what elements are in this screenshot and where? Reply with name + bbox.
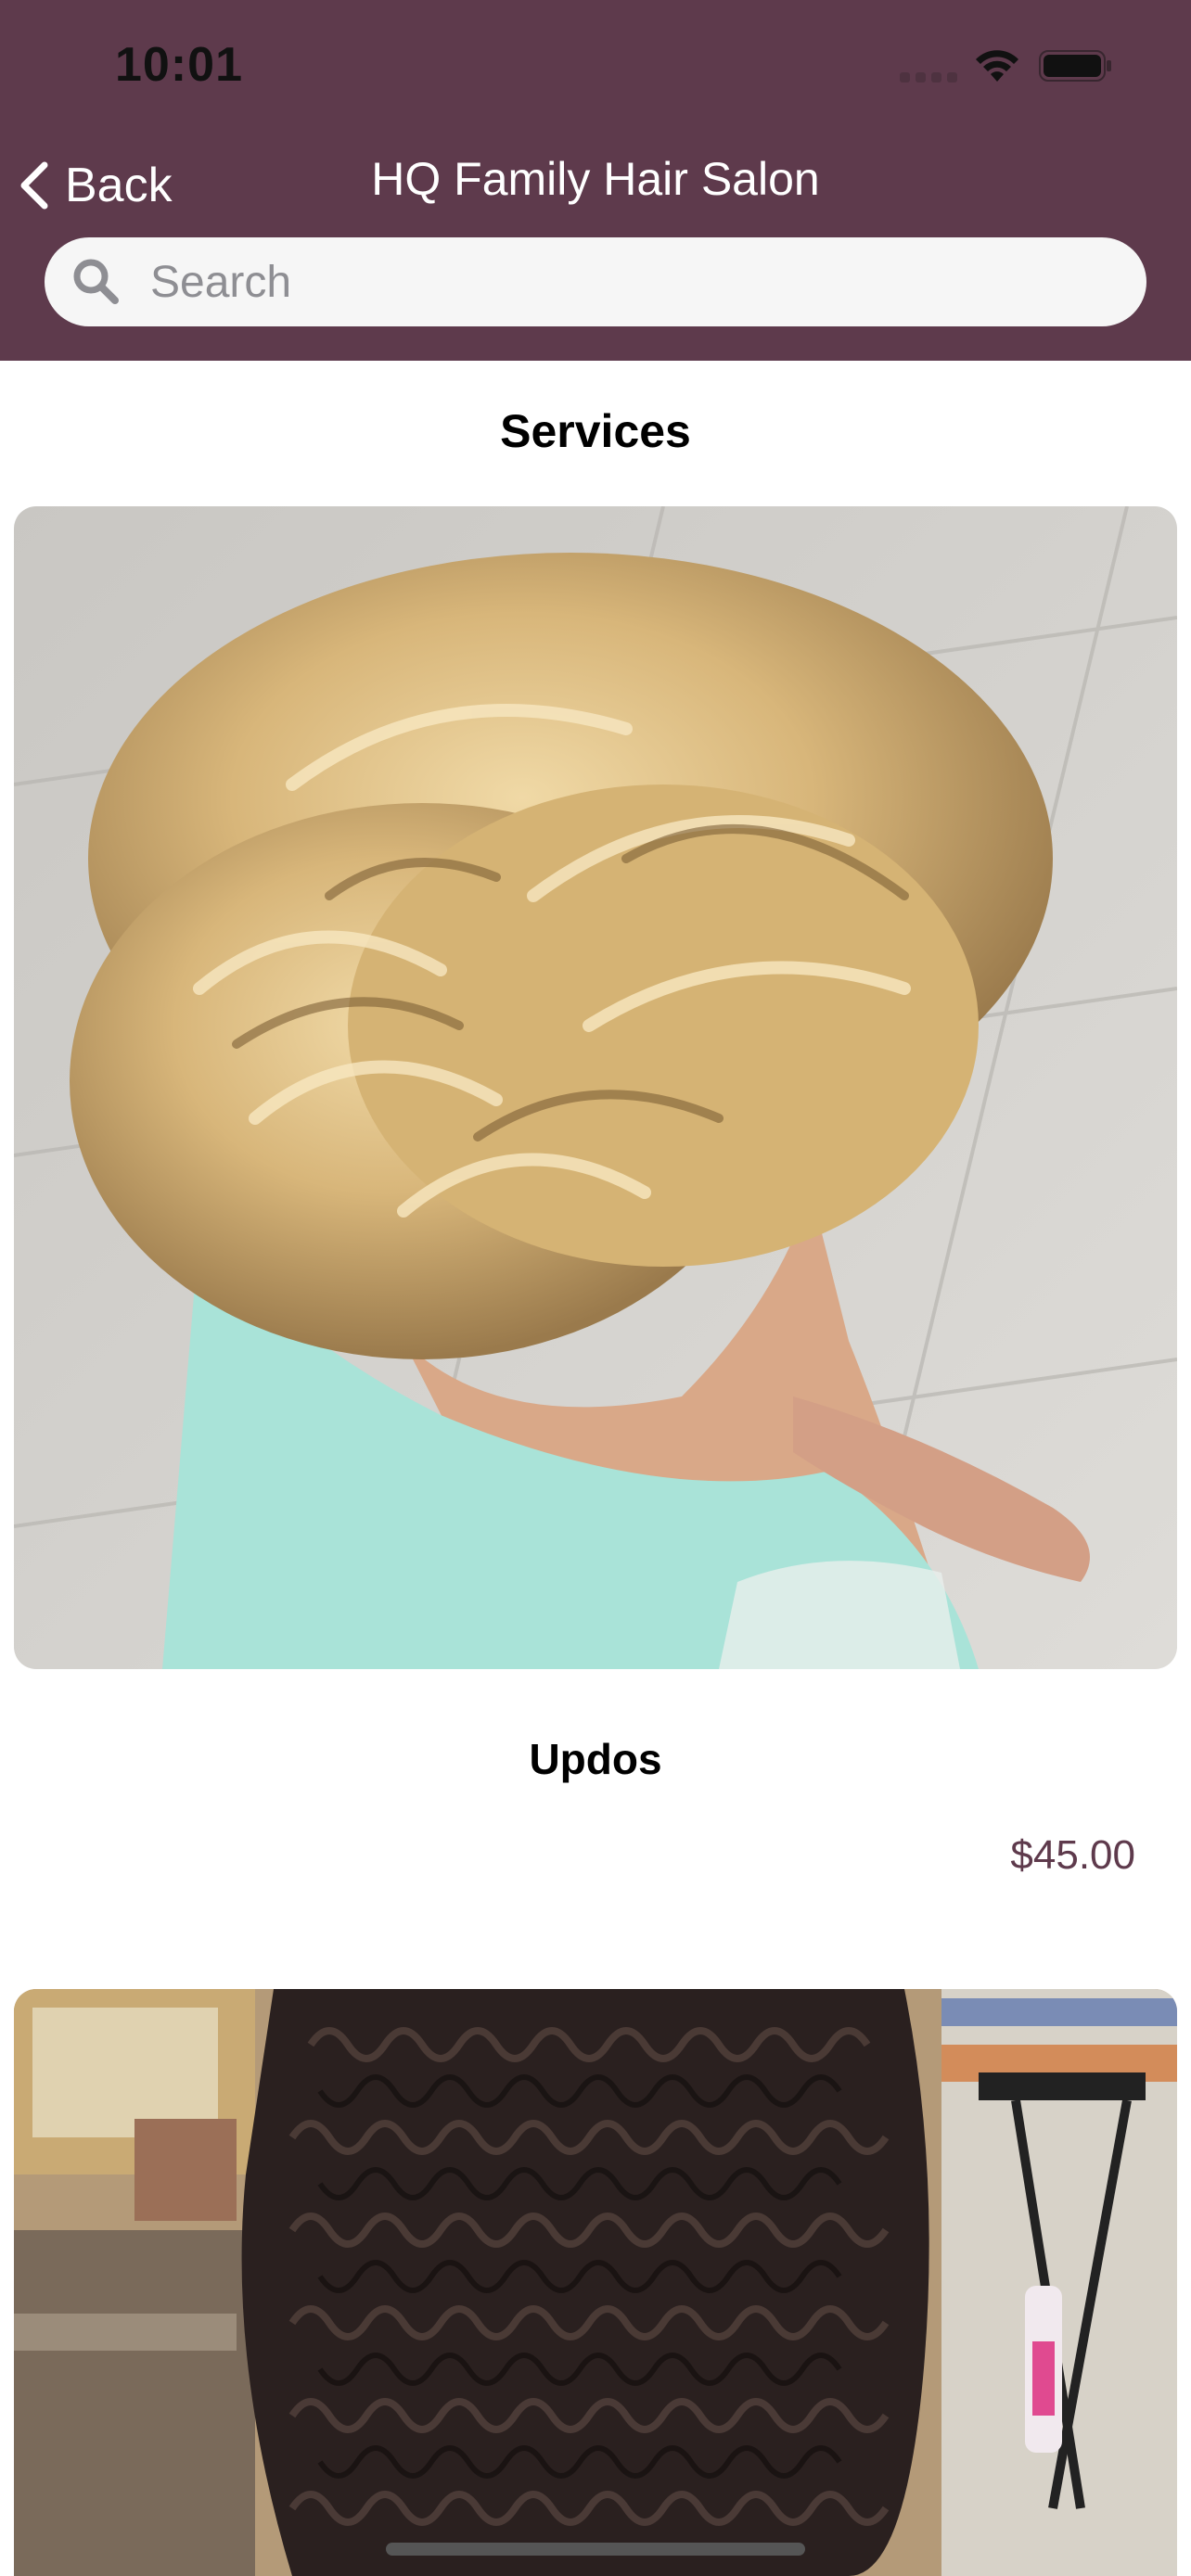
wifi-icon [976, 50, 1018, 82]
page-title: HQ Family Hair Salon [371, 153, 820, 205]
signal-icon [900, 72, 957, 85]
service-name: Updos [529, 1735, 662, 1783]
battery-icon [1039, 50, 1111, 82]
home-indicator[interactable] [386, 2543, 805, 2556]
service-price: $45.00 [1010, 1832, 1135, 1878]
search-bar[interactable] [45, 237, 1146, 326]
service-image-updos[interactable] [14, 506, 1177, 1669]
search-input[interactable] [148, 255, 1080, 309]
service-image-2[interactable] [14, 1989, 1177, 2576]
navigation-header: 10:01 Back HQ Family Hair Salon [0, 0, 1191, 361]
section-title: Services [500, 405, 691, 457]
search-icon [73, 259, 119, 304]
status-time: 10:01 [115, 38, 243, 92]
